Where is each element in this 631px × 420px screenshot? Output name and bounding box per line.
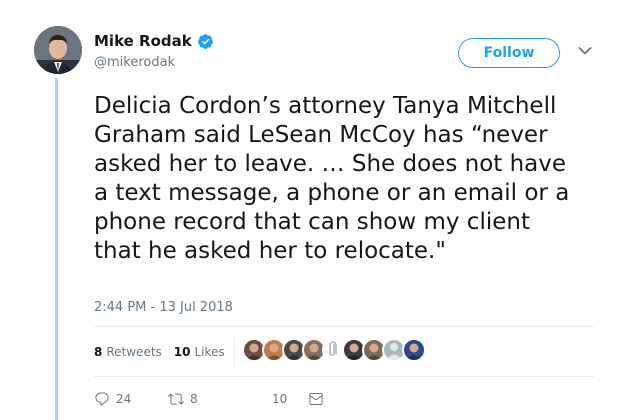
reply-count: 24	[116, 392, 132, 406]
divider-bottom	[94, 376, 594, 377]
like-count: 10	[272, 392, 288, 406]
likes-count: 10	[173, 345, 191, 359]
retweets-label: Retweets	[106, 345, 162, 359]
likers-avatars	[242, 338, 426, 362]
reply-action[interactable]: 24	[94, 391, 168, 407]
retweet-icon	[168, 393, 184, 405]
dm-action[interactable]	[308, 391, 324, 407]
author-avatar[interactable]	[34, 26, 82, 74]
retweet-action[interactable]: 8	[168, 391, 250, 407]
retweets-count: 8	[94, 345, 103, 359]
retweet-count: 8	[190, 392, 198, 406]
thread-line	[55, 78, 58, 420]
tweet-timestamp[interactable]: 2:44 PM - 13 Jul 2018	[94, 300, 233, 315]
likes-label: Likes	[194, 345, 225, 359]
chevron-down-icon[interactable]	[578, 46, 592, 56]
follow-button[interactable]: Follow	[458, 38, 560, 68]
verified-badge-icon	[197, 33, 213, 49]
tweet-stats: 8 Retweets 10 Likes	[94, 345, 225, 359]
stats-separator	[234, 336, 235, 366]
envelope-icon	[309, 393, 323, 406]
author-name[interactable]: Mike Rodak	[94, 32, 214, 50]
likes-stat[interactable]: 10 Likes	[174, 345, 225, 359]
author-handle[interactable]: @mikerodak	[94, 55, 175, 70]
divider-top	[94, 326, 594, 327]
author-name-text[interactable]: Mike Rodak	[94, 32, 192, 50]
tweet-actions: 24 8 10	[94, 391, 324, 407]
retweets-stat[interactable]: 8 Retweets	[94, 345, 162, 359]
tweet-text: Delicia Cordon’s attorney Tanya Mitchell…	[94, 93, 570, 264]
like-action[interactable]: 10	[250, 391, 308, 407]
liker-avatar[interactable]	[402, 338, 426, 362]
reply-icon	[95, 392, 109, 406]
